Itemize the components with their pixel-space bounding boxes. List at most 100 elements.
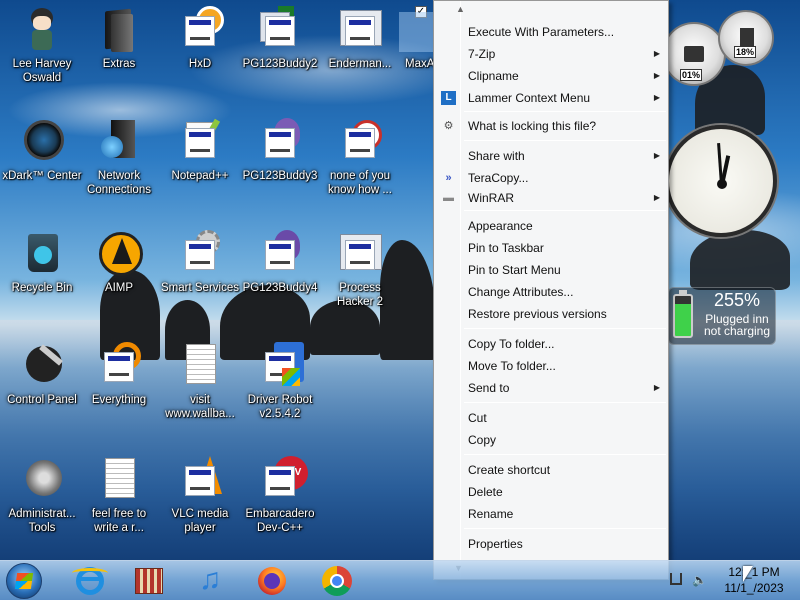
desktop-icon-administrative-tools[interactable]: Administrat... Tools (0, 456, 84, 535)
desktop-icon-recycle-bin[interactable]: Recycle Bin (0, 230, 84, 295)
volume-muted-tray-icon[interactable]: 🔈 (692, 573, 707, 587)
menu-item-lammer-context-menu[interactable]: L Lammer Context Menu ▶ (434, 87, 668, 109)
menu-scroll-up-arrow[interactable]: ▲ (434, 4, 668, 18)
menu-item-label: 7-Zip (468, 47, 496, 61)
desktop-icon-label: Control Panel (7, 394, 77, 406)
desktop-icon-driver-robot[interactable]: Driver Robot v2.5.4.2 (238, 342, 322, 421)
battery-percent: 255% (713, 290, 761, 310)
internet-explorer-icon[interactable] (66, 564, 112, 598)
menu-item-share-with[interactable]: Share with ▶ (434, 145, 668, 167)
menu-item-pin-to-taskbar[interactable]: Pin to Taskbar (434, 237, 668, 259)
menu-item-clipname[interactable]: Clipname ▶ (434, 65, 668, 87)
menu-item-pin-to-start-menu[interactable]: Pin to Start Menu (434, 259, 668, 281)
desktop: Lee Harvey Oswald Extras HxD PG123Buddy2… (0, 0, 800, 560)
desktop-icon-hxd[interactable]: HxD (158, 6, 242, 71)
menu-item-label: Copy (468, 433, 497, 447)
devcpp-icon: DEV (256, 456, 308, 504)
menu-item-label: Pin to Taskbar (468, 241, 544, 255)
desktop-icon-feel-free[interactable]: feel free to write a r... (77, 456, 161, 535)
start-orb-icon[interactable] (4, 562, 44, 600)
cpu-meter-gadget[interactable]: 01% (662, 22, 726, 86)
desktop-icon-process-hacker[interactable]: Process Hacker 2 (318, 230, 402, 309)
context-menu: ▲ Execute With Parameters... 7-Zip ▶ Clip… (433, 0, 669, 580)
winrar-icon: ▬ (443, 192, 454, 204)
desktop-icon-notepadpp[interactable]: Notepad++ (158, 118, 242, 183)
desktop-icon-label: Lee Harvey Oswald (12, 58, 72, 84)
desktop-icon-label: none of you know how ... (328, 170, 392, 196)
menu-separator (464, 140, 666, 141)
cpu-chip-icon (684, 46, 704, 62)
vlc-icon (176, 456, 224, 504)
menu-item-send-to[interactable]: Send to ▶ (434, 377, 668, 399)
menu-item-delete[interactable]: Delete (434, 481, 668, 503)
desktop-icon-vlc[interactable]: VLC media player (158, 456, 242, 535)
desktop-icon-pg123buddy4[interactable]: PG123Buddy4 (238, 230, 322, 295)
desktop-icon-enderman[interactable]: Enderman... (318, 6, 402, 71)
desktop-icon-label: Enderman... (328, 58, 392, 70)
submenu-arrow-icon: ▶ (653, 49, 660, 58)
menu-item-label: Appearance (468, 219, 533, 233)
desktop-icon-xdark-center[interactable]: xDark™ Center (0, 118, 84, 183)
menu-item-copy-to-folder[interactable]: Copy To folder... (434, 333, 668, 355)
generic-app-icon (336, 118, 384, 166)
generic-app-icon (256, 6, 304, 54)
submenu-arrow-icon: ▶ (653, 151, 660, 160)
desktop-icon-none-of-you[interactable]: none of you know how ... (318, 118, 402, 197)
admin-tools-icon (18, 456, 66, 504)
menu-item-what-is-locking[interactable]: ⚙ What is locking this file? (434, 115, 668, 137)
generic-app-icon (256, 118, 304, 166)
desktop-icon-pg123buddy3[interactable]: PG123Buddy3 (238, 118, 322, 183)
desktop-icon-lee-harvey-oswald[interactable]: Lee Harvey Oswald (0, 6, 84, 85)
desktop-icon-network-connections[interactable]: Network Connections (77, 118, 161, 197)
desktop-icon-label: VLC media player (171, 508, 229, 534)
desktop-icon-label: Driver Robot v2.5.4.2 (247, 394, 313, 420)
menu-item-label: Lammer Context Menu (468, 91, 591, 105)
battery-gadget[interactable]: 255% Plugged inn not charging (668, 287, 776, 345)
tray-date: 11/1_/2023 (724, 581, 784, 595)
itunes-icon[interactable]: ♫ (186, 564, 232, 598)
desktop-icon-label: Everything (91, 394, 147, 406)
desktop-icon-smart-services[interactable]: Smart Services (158, 230, 242, 295)
memory-meter-gadget[interactable]: 18% (718, 10, 774, 66)
submenu-arrow-icon: ▶ (653, 71, 660, 80)
menu-item-label: Restore previous versions (468, 307, 607, 321)
chrome-icon[interactable] (314, 564, 360, 598)
app-icon[interactable] (125, 564, 171, 598)
battery-icon (673, 294, 693, 338)
menu-item-appearance[interactable]: Appearance (434, 215, 668, 237)
desktop-icon-label: Recycle Bin (11, 282, 73, 294)
desktop-icon-pg123buddy2[interactable]: PG123Buddy2 (238, 6, 322, 71)
menu-separator (464, 111, 666, 112)
desktop-icon-label: xDark™ Center (2, 170, 82, 182)
desktop-icon-control-panel[interactable]: Control Panel (0, 342, 84, 407)
menu-item-properties[interactable]: Properties (434, 533, 668, 555)
memory-percent-label: 18% (734, 46, 757, 58)
mouse-cursor-icon (743, 566, 753, 582)
desktop-icon-visit-wallba[interactable]: visit www.wallba... (158, 342, 242, 421)
menu-item-create-shortcut[interactable]: Create shortcut (434, 459, 668, 481)
desktop-icon-everything[interactable]: Everything (77, 342, 161, 407)
menu-item-cut[interactable]: Cut (434, 407, 668, 429)
desktop-icon-embarcadero-devcpp[interactable]: DEV Embarcadero Dev-C++ (238, 456, 322, 535)
tray-clock[interactable]: 12:_1 PM 11/1_/2023 (712, 564, 796, 596)
network-tray-icon[interactable] (670, 573, 682, 585)
menu-item-7zip[interactable]: 7-Zip ▶ (434, 43, 668, 65)
wallpaper-rock (690, 230, 790, 290)
firefox-icon[interactable] (248, 564, 294, 598)
folder-icon (95, 6, 143, 54)
menu-item-restore-previous-versions[interactable]: Restore previous versions (434, 303, 668, 325)
text-document-icon (176, 342, 224, 390)
clock-gadget[interactable] (665, 125, 777, 237)
desktop-icon-label: PG123Buddy4 (242, 282, 318, 294)
desktop-icon-label: feel free to write a r... (91, 508, 147, 534)
desktop-icon-label: visit www.wallba... (165, 394, 235, 420)
menu-item-change-attributes[interactable]: Change Attributes... (434, 281, 668, 303)
menu-item-move-to-folder[interactable]: Move To folder... (434, 355, 668, 377)
desktop-icon-extras[interactable]: Extras (77, 6, 161, 71)
desktop-icon-aimp[interactable]: AIMP (77, 230, 161, 295)
menu-item-rename[interactable]: Rename (434, 503, 668, 525)
menu-item-copy[interactable]: Copy (434, 429, 668, 451)
menu-item-winrar[interactable]: ▬ WinRAR ▶ (434, 187, 668, 209)
menu-item-execute-with-parameters[interactable]: Execute With Parameters... (434, 21, 668, 43)
menu-item-teracopy[interactable]: » TeraCopy... (434, 167, 668, 189)
